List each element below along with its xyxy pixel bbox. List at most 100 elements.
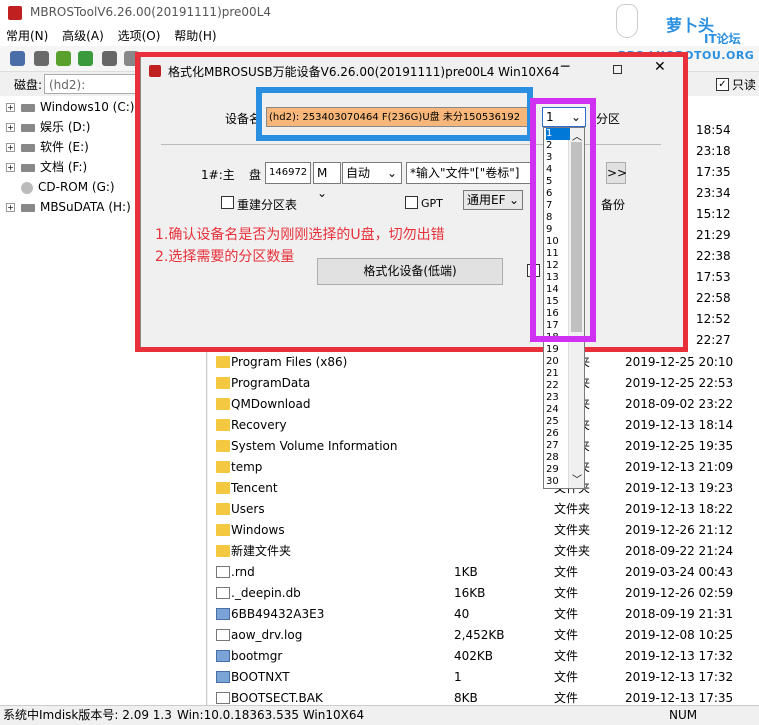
file-name: Tencent bbox=[231, 481, 278, 495]
expand-icon[interactable]: + bbox=[6, 143, 15, 152]
file-date: 2019-12-13 21:09 bbox=[625, 460, 734, 474]
file-size: 40 bbox=[454, 607, 470, 621]
partial-date: 22:27 bbox=[696, 333, 731, 347]
expand-icon[interactable]: + bbox=[6, 203, 15, 212]
app-logo-icon bbox=[8, 6, 22, 20]
file-row[interactable]: BOOTNXT 1 文件 2019-12-13 17:32 bbox=[208, 667, 759, 688]
file-name: Users bbox=[231, 502, 265, 516]
drive-icon bbox=[21, 143, 35, 152]
file-name: QMDownload bbox=[231, 397, 311, 411]
file-row[interactable]: QMDownload文件夹2018-09-02 23:22 bbox=[208, 394, 759, 415]
file-row[interactable]: 新建文件夹 文件夹 2018-09-22 21:24 bbox=[208, 541, 759, 562]
toolbar-icon-2[interactable] bbox=[34, 51, 49, 66]
partial-date: 12:52 bbox=[696, 312, 731, 326]
file-type: 文件夹 bbox=[554, 523, 591, 537]
menu-item-common[interactable]: 常用(N) bbox=[6, 26, 48, 46]
file-row[interactable]: ._deepin.db 16KB 文件 2019-12-26 02:59 bbox=[208, 583, 759, 604]
file-size: 16KB bbox=[454, 586, 486, 600]
tree-item-c[interactable]: + Windows10 (C:) bbox=[6, 97, 134, 117]
dropdown-option[interactable]: 30 bbox=[546, 476, 570, 488]
file-row[interactable]: 6BB49432A3E3 40 文件 2018-09-19 21:31 bbox=[208, 604, 759, 625]
dropdown-option[interactable]: 28 bbox=[546, 452, 570, 464]
tree-item-d[interactable]: + 娱乐 (D:) bbox=[6, 117, 90, 137]
folder-icon bbox=[216, 356, 230, 368]
folder-icon bbox=[216, 524, 230, 536]
dropdown-option[interactable]: 25 bbox=[546, 416, 570, 428]
cdrom-icon bbox=[21, 181, 33, 194]
note-line-2: 2.选择需要的分区数量 bbox=[155, 249, 295, 265]
folder-icon bbox=[216, 545, 230, 557]
file-icon bbox=[216, 629, 230, 641]
partial-date: 22:58 bbox=[696, 291, 731, 305]
toolbar-icon-4[interactable] bbox=[78, 51, 93, 66]
dropdown-option[interactable]: 26 bbox=[546, 428, 570, 440]
file-icon bbox=[216, 587, 230, 599]
dropdown-option[interactable]: 20 bbox=[546, 356, 570, 368]
file-name: Recovery bbox=[231, 418, 287, 432]
menu-item-help[interactable]: 帮助(H) bbox=[174, 26, 216, 46]
file-row[interactable]: .rnd 1KB 文件 2019-03-24 00:43 bbox=[208, 562, 759, 583]
tree-item-e[interactable]: + 软件 (E:) bbox=[6, 137, 89, 157]
file-row[interactable]: System Volume Information文件夹2019-12-25 1… bbox=[208, 436, 759, 457]
status-bar: 系统中Imdisk版本号: 2.09 1.3 Win:10.0.18363.53… bbox=[0, 705, 759, 724]
file-row[interactable]: bootmgr 402KB 文件 2019-12-13 17:32 bbox=[208, 646, 759, 667]
expand-icon[interactable]: + bbox=[6, 163, 15, 172]
file-row[interactable]: Recovery文件夹2019-12-13 18:14 bbox=[208, 415, 759, 436]
tree-item-g[interactable]: CD-ROM (G:) bbox=[21, 177, 115, 197]
dropdown-option[interactable]: 21 bbox=[546, 368, 570, 380]
file-row[interactable]: Tencent文件夹2019-12-13 19:23 bbox=[208, 478, 759, 499]
system-file-icon bbox=[216, 650, 230, 662]
dropdown-option[interactable]: 29 bbox=[546, 464, 570, 476]
file-name: aow_drv.log bbox=[231, 628, 303, 642]
dropdown-option[interactable]: 19 bbox=[546, 344, 570, 356]
expand-icon[interactable]: + bbox=[6, 103, 15, 112]
toolbar-icon-1[interactable] bbox=[10, 51, 25, 66]
file-date: 2019-12-25 19:35 bbox=[625, 439, 734, 453]
tree-item-h[interactable]: + MBSuDATA (H:) bbox=[6, 197, 131, 217]
file-date: 2019-12-08 10:25 bbox=[625, 628, 734, 642]
toolbar-icon-3[interactable] bbox=[56, 51, 71, 66]
tree-item-label: 软件 (E:) bbox=[40, 140, 89, 154]
dropdown-option[interactable]: 24 bbox=[546, 404, 570, 416]
file-row[interactable]: ProgramData文件夹2019-12-25 22:53 bbox=[208, 373, 759, 394]
file-date: 2019-12-13 17:32 bbox=[625, 670, 734, 684]
file-row[interactable]: temp文件夹2019-12-13 21:09 bbox=[208, 457, 759, 478]
disk-label: 磁盘: bbox=[14, 78, 43, 92]
tree-item-f[interactable]: + 文档 (F:) bbox=[6, 157, 87, 177]
file-type: 文件 bbox=[554, 586, 579, 600]
file-row[interactable]: aow_drv.log 2,452KB 文件 2019-12-08 10:25 bbox=[208, 625, 759, 646]
blue-highlight-box bbox=[256, 87, 533, 141]
scroll-down-icon[interactable]: ﹀ bbox=[572, 471, 582, 486]
file-date: 2019-03-24 00:43 bbox=[625, 565, 734, 579]
folder-icon bbox=[216, 503, 230, 515]
folder-icon bbox=[216, 482, 230, 494]
drive-icon bbox=[21, 103, 35, 112]
file-row[interactable]: Users 文件夹 2019-12-13 18:22 bbox=[208, 499, 759, 520]
menu-item-advanced[interactable]: 高级(A) bbox=[62, 26, 104, 46]
file-date: 2019-12-13 18:14 bbox=[625, 418, 734, 432]
file-row[interactable]: Program Files (x86)文件夹2019-12-25 20:10 bbox=[208, 352, 759, 373]
tree-item-label: CD-ROM (G:) bbox=[38, 180, 115, 194]
file-size: 1 bbox=[454, 670, 462, 684]
main-window-title: MBROSToolV6.26.00(20191111)pre00L4 bbox=[30, 5, 272, 19]
file-row[interactable]: Windows 文件夹 2019-12-26 21:12 bbox=[208, 520, 759, 541]
tree-item-label: Windows10 (C:) bbox=[40, 100, 135, 114]
partial-date: 15:12 bbox=[696, 207, 731, 221]
partial-date: 22:38 bbox=[696, 249, 731, 263]
file-type: 文件 bbox=[554, 670, 579, 684]
file-type: 文件 bbox=[554, 628, 579, 642]
dropdown-option[interactable]: 23 bbox=[546, 392, 570, 404]
toolbar-icon-5[interactable] bbox=[102, 51, 117, 66]
dropdown-option[interactable]: 27 bbox=[546, 440, 570, 452]
menu-item-options[interactable]: 选项(O) bbox=[118, 26, 161, 46]
readonly-checkbox[interactable]: ✓ bbox=[716, 78, 729, 91]
disk-select[interactable]: (hd2): F(236G) bbox=[44, 74, 136, 112]
file-icon bbox=[216, 566, 230, 578]
file-date: 2019-12-13 17:32 bbox=[625, 649, 734, 663]
file-size: 402KB bbox=[454, 649, 494, 663]
expand-icon[interactable]: + bbox=[6, 123, 15, 132]
file-type: 文件 bbox=[554, 607, 579, 621]
dropdown-option[interactable]: 22 bbox=[546, 380, 570, 392]
file-name: 新建文件夹 bbox=[231, 544, 292, 558]
file-name: Program Files (x86) bbox=[231, 355, 348, 369]
